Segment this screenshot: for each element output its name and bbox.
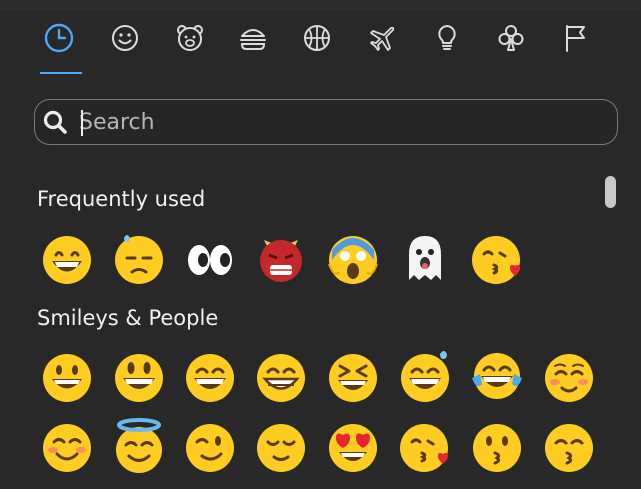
smiling-blush-emoji[interactable] (540, 348, 598, 406)
tears-of-joy-emoji[interactable] (468, 348, 526, 406)
burger-icon (240, 29, 266, 50)
grinning-big-eyes-emoji[interactable] (110, 348, 168, 406)
eyes-emoji[interactable] (181, 230, 239, 288)
text-caret (81, 110, 83, 136)
relieved-face-emoji[interactable] (252, 418, 310, 476)
bear-icon (177, 25, 203, 51)
section-title-frequently-used: Frequently used (37, 187, 206, 211)
smiling-face-emoji[interactable] (38, 418, 96, 476)
search-icon (43, 110, 67, 134)
face-blowing-kiss-emoji[interactable] (468, 230, 526, 288)
heart-eyes-emoji[interactable] (324, 418, 382, 476)
flag-icon (566, 25, 585, 52)
tab-objects[interactable] (424, 14, 470, 62)
grinning-sweat-emoji[interactable] (396, 348, 454, 406)
kissing-smiling-eyes-emoji[interactable] (540, 418, 598, 476)
kissing-face-emoji[interactable] (468, 418, 526, 476)
category-tabs (32, 14, 622, 66)
ball-icon (304, 25, 330, 51)
tab-recent[interactable] (36, 14, 82, 62)
ghost-emoji[interactable] (396, 230, 454, 288)
search-box[interactable] (34, 99, 618, 145)
lightbulb-icon (438, 25, 456, 50)
grinning-smiling-eyes-emoji[interactable] (181, 348, 239, 406)
tab-activities[interactable] (294, 14, 340, 62)
tab-travel[interactable] (358, 14, 404, 62)
search-input[interactable] (79, 106, 599, 138)
downcast-sweat-face-emoji[interactable] (110, 230, 168, 288)
tab-smileys[interactable] (102, 14, 148, 62)
grinning-face-emoji[interactable] (38, 230, 96, 288)
tab-symbols[interactable] (488, 14, 534, 62)
beaming-face-emoji[interactable] (252, 348, 310, 406)
section-title-smileys-people: Smileys & People (37, 306, 219, 330)
active-tab-indicator (40, 72, 82, 74)
face-blowing-kiss-emoji[interactable] (396, 418, 454, 476)
winking-face-emoji[interactable] (181, 418, 239, 476)
tab-animals[interactable] (167, 14, 213, 62)
smiley-icon (112, 25, 138, 51)
squinting-face-emoji[interactable] (324, 348, 382, 406)
tab-flags[interactable] (552, 14, 598, 62)
scrollbar-thumb[interactable] (605, 176, 616, 208)
clock-icon (44, 23, 74, 53)
airplane-icon (370, 26, 395, 51)
club-icon (498, 25, 524, 51)
ogre-emoji[interactable] (252, 230, 310, 288)
screaming-fear-face-emoji[interactable] (324, 230, 382, 288)
tab-food[interactable] (230, 14, 276, 62)
window-top-strip (0, 0, 641, 10)
halo-face-emoji[interactable] (110, 418, 168, 476)
scrollbar-track[interactable] (604, 168, 620, 489)
grinning-face-emoji[interactable] (38, 348, 96, 406)
